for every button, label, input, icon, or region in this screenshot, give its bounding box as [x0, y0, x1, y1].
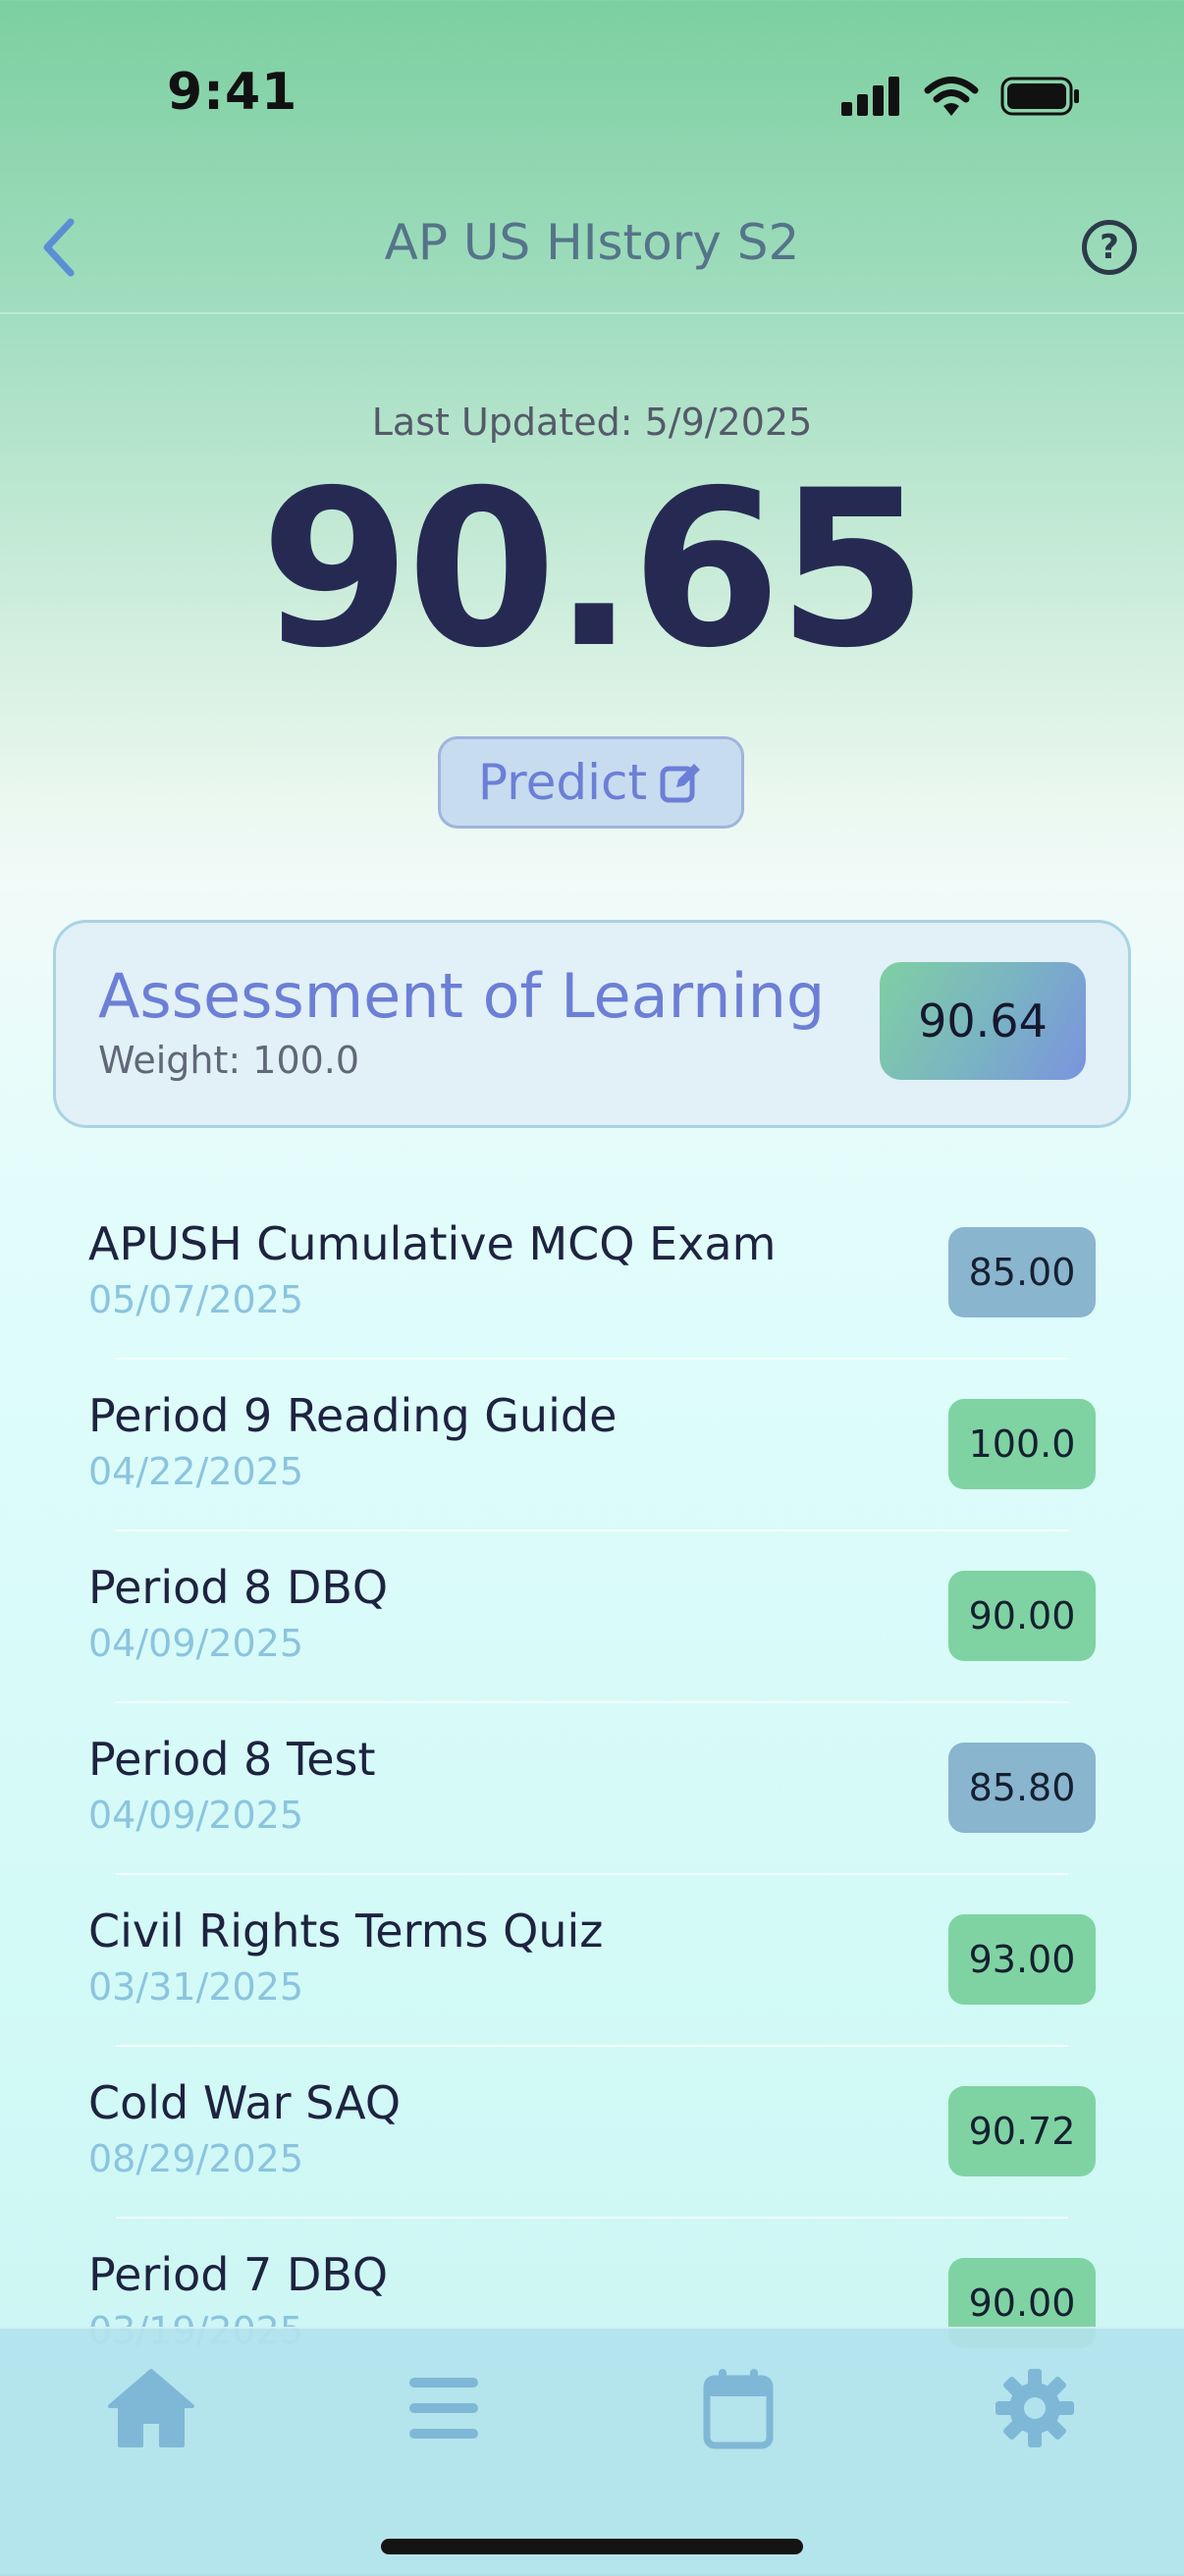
last-updated-text: Last Updated: 5/9/2025 — [371, 401, 813, 444]
list-icon — [409, 2378, 478, 2439]
assignment-date: 04/09/2025 — [88, 1622, 304, 1665]
assignment-date: 08/29/2025 — [88, 2137, 304, 2180]
calendar-icon — [703, 2369, 774, 2449]
assignment-date: 05/07/2025 — [88, 1278, 304, 1321]
category-grade-badge: 90.64 — [880, 962, 1086, 1080]
tab-list[interactable] — [385, 2354, 503, 2462]
assignment-row[interactable]: Civil Rights Terms Quiz 03/31/2025 93.00 — [0, 1885, 1184, 2058]
assignment-row[interactable]: APUSH Cumulative MCQ Exam 05/07/2025 85.… — [0, 1198, 1184, 1370]
assignment-date: 03/31/2025 — [88, 1965, 304, 2009]
assignment-score-badge: 100.0 — [948, 1399, 1096, 1489]
gear-icon — [996, 2369, 1074, 2447]
assignment-score-badge: 85.80 — [948, 1743, 1096, 1833]
assignment-date: 04/22/2025 — [88, 1450, 304, 1493]
tab-calendar[interactable] — [679, 2354, 797, 2462]
category-name: Assessment of Learning — [98, 960, 826, 1032]
assignment-score-badge: 90.72 — [948, 2086, 1096, 2176]
assignment-title: Period 8 DBQ — [88, 1561, 389, 1614]
row-divider — [116, 1358, 1068, 1360]
help-button[interactable]: ? — [1082, 220, 1137, 275]
assignment-row[interactable]: Period 9 Reading Guide 04/22/2025 100.0 — [0, 1369, 1184, 1542]
row-divider — [116, 2217, 1068, 2219]
category-weight: Weight: 100.0 — [98, 1039, 360, 1082]
edit-icon — [660, 764, 701, 803]
assignment-score-badge: 90.00 — [948, 1571, 1096, 1661]
assignment-title: Cold War SAQ — [88, 2076, 402, 2129]
overall-grade: 90.65 — [260, 444, 928, 695]
tab-home[interactable] — [92, 2354, 210, 2462]
status-icons — [841, 71, 1081, 122]
predict-button[interactable]: Predict — [438, 736, 744, 829]
assignment-title: Period 7 DBQ — [88, 2248, 389, 2301]
assignment-title: Period 9 Reading Guide — [88, 1389, 618, 1442]
assignment-score-badge: 93.00 — [948, 1914, 1096, 2005]
home-icon — [108, 2369, 194, 2447]
status-time: 9:41 — [167, 63, 298, 122]
row-divider — [116, 1873, 1068, 1875]
assignment-title: Period 8 Test — [88, 1733, 376, 1786]
home-indicator — [381, 2539, 803, 2554]
assignment-row[interactable]: Cold War SAQ 08/29/2025 90.72 — [0, 2057, 1184, 2229]
page-title: AP US HIstory S2 — [384, 214, 800, 271]
row-divider — [116, 2045, 1068, 2047]
wifi-icon — [924, 77, 979, 116]
battery-icon — [1000, 77, 1079, 116]
row-divider — [116, 1701, 1068, 1703]
tab-settings[interactable] — [976, 2354, 1094, 2462]
predict-button-label: Predict — [477, 754, 648, 811]
assignment-title: Civil Rights Terms Quiz — [88, 1905, 604, 1958]
assignment-date: 04/09/2025 — [88, 1794, 304, 1837]
assignment-title: APUSH Cumulative MCQ Exam — [88, 1217, 777, 1270]
signal-icon — [841, 77, 899, 116]
row-divider — [116, 1530, 1068, 1531]
question-icon: ? — [1100, 228, 1119, 267]
assignment-score-badge: 85.00 — [948, 1227, 1096, 1317]
assignment-row[interactable]: Period 8 Test 04/09/2025 85.80 — [0, 1713, 1184, 1886]
assignment-row[interactable]: Period 8 DBQ 04/09/2025 90.00 — [0, 1541, 1184, 1714]
